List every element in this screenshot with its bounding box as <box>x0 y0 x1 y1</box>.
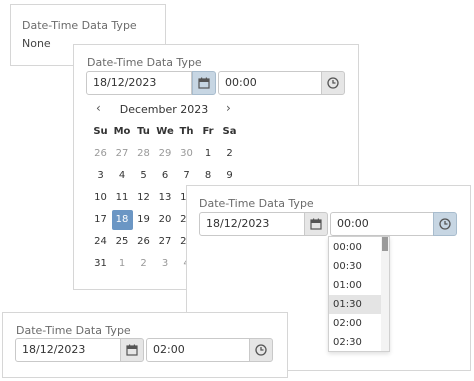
calendar-day[interactable]: 26 <box>133 232 154 252</box>
weekday-header: Fr <box>202 126 214 137</box>
scrollbar[interactable] <box>381 237 389 351</box>
time-option[interactable]: 00:30 <box>329 257 383 276</box>
clock-button[interactable] <box>321 71 345 95</box>
time-input[interactable]: 00:00 <box>218 71 322 95</box>
calendar-button[interactable] <box>192 71 216 95</box>
calendar-day[interactable]: 27 <box>155 232 176 252</box>
weekday-header: We <box>156 126 174 137</box>
date-input[interactable]: 18/12/2023 <box>86 71 192 95</box>
clock-icon <box>439 218 451 230</box>
scrollbar-thumb[interactable] <box>382 237 388 251</box>
calendar-day[interactable]: 29 <box>155 144 176 164</box>
time-option[interactable]: 00:00 <box>329 238 383 257</box>
calendar-icon <box>126 344 138 356</box>
calendar-day[interactable]: 5 <box>133 166 154 186</box>
field-label: Date-Time Data Type <box>22 19 137 32</box>
calendar-day[interactable]: 17 <box>90 210 111 230</box>
calendar-icon <box>198 77 210 89</box>
time-option[interactable]: 02:30 <box>329 333 383 351</box>
calendar-day[interactable]: 7 <box>176 166 197 186</box>
time-input[interactable]: 00:00 <box>330 212 434 236</box>
time-dropdown: 02:30 02:00 01:30 01:00 00:30 00:00 <box>328 236 390 352</box>
clock-button[interactable] <box>433 212 457 236</box>
calendar-day[interactable]: 27 <box>112 144 133 164</box>
time-option[interactable]: 01:00 <box>329 276 383 295</box>
calendar-day[interactable]: 20 <box>155 210 176 230</box>
clock-icon <box>327 77 339 89</box>
calendar-day[interactable]: 10 <box>90 188 111 208</box>
clock-icon <box>255 344 267 356</box>
chevron-right-icon[interactable]: › <box>226 101 231 115</box>
calendar-button[interactable] <box>120 338 144 362</box>
calendar-button[interactable] <box>304 212 328 236</box>
calendar-day[interactable]: 19 <box>133 210 154 230</box>
weekday-header: Su <box>93 126 108 137</box>
weekday-header: Tu <box>137 126 150 137</box>
time-input[interactable]: 02:00 <box>146 338 250 362</box>
calendar-day[interactable]: 2 <box>133 254 154 274</box>
calendar-day[interactable]: 31 <box>90 254 111 274</box>
weekday-header: Mo <box>113 126 131 137</box>
calendar-month-title[interactable]: December 2023 <box>116 103 212 116</box>
calendar-day[interactable]: 1 <box>112 254 133 274</box>
calendar-day[interactable]: 28 <box>133 144 154 164</box>
calendar-day[interactable]: 25 <box>112 232 133 252</box>
time-option[interactable]: 01:30 <box>329 295 383 314</box>
calendar-day[interactable]: 2 <box>219 144 240 164</box>
date-input[interactable]: 18/12/2023 <box>199 212 305 236</box>
calendar-day[interactable]: 30 <box>176 144 197 164</box>
calendar-day[interactable]: 3 <box>155 254 176 274</box>
calendar-day[interactable]: 1 <box>198 144 219 164</box>
calendar-day[interactable]: 26 <box>90 144 111 164</box>
calendar-day[interactable]: 8 <box>198 166 219 186</box>
calendar-day[interactable]: 11 <box>112 188 133 208</box>
datatype-value: None <box>22 37 51 50</box>
calendar-day[interactable]: 13 <box>155 188 176 208</box>
field-label: Date-Time Data Type <box>199 197 314 210</box>
calendar-icon <box>310 218 322 230</box>
date-input[interactable]: 18/12/2023 <box>15 338 121 362</box>
calendar-day[interactable]: 24 <box>90 232 111 252</box>
time-option[interactable]: 02:00 <box>329 314 383 333</box>
clock-button[interactable] <box>249 338 273 362</box>
chevron-left-icon[interactable]: ‹ <box>96 101 101 115</box>
weekday-header: Sa <box>222 126 237 137</box>
calendar-day[interactable]: 4 <box>112 166 133 186</box>
calendar-day[interactable]: 9 <box>219 166 240 186</box>
calendar-day[interactable]: 6 <box>155 166 176 186</box>
calendar-day[interactable]: 18 <box>111 210 133 230</box>
calendar-day[interactable]: 12 <box>133 188 154 208</box>
field-label: Date-Time Data Type <box>16 324 131 337</box>
weekday-header: Th <box>179 126 194 137</box>
calendar-day[interactable]: 3 <box>90 166 111 186</box>
field-label: Date-Time Data Type <box>87 56 202 69</box>
